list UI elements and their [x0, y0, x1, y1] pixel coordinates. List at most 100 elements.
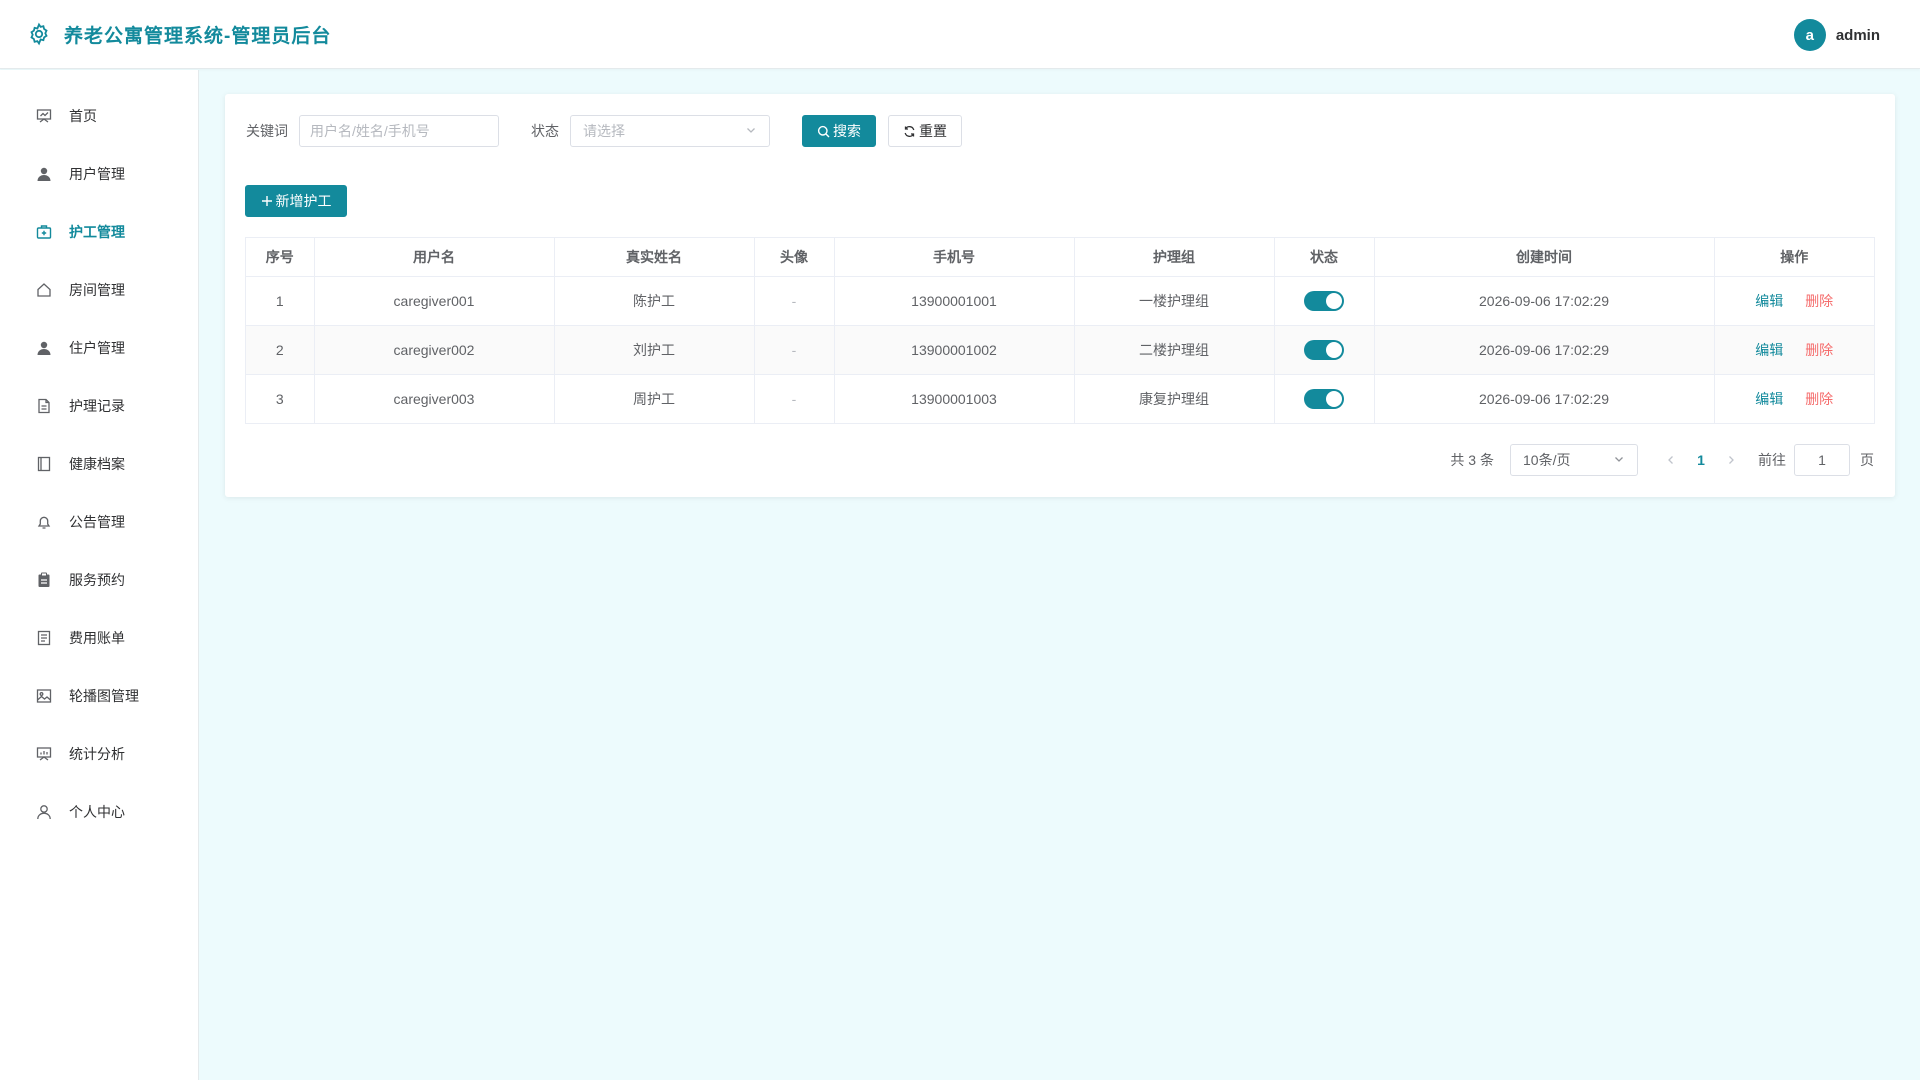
row-username: caregiver002: [314, 325, 555, 375]
row-index: 3: [246, 374, 315, 423]
sidebar-item-bills[interactable]: 费用账单: [0, 609, 198, 667]
search-button[interactable]: 搜索: [802, 115, 876, 147]
row-real-name: 刘护工: [554, 325, 755, 375]
keyword-label: 关键词: [246, 123, 288, 139]
row-index: 1: [246, 276, 315, 326]
row-phone: 13900001003: [834, 374, 1075, 423]
row-username: caregiver001: [314, 276, 555, 326]
dashboard-icon: [35, 107, 53, 125]
filter-bar: 关键词 状态 请选择 搜索 重置: [246, 115, 962, 147]
house-icon: [35, 281, 53, 299]
row-phone: 13900001001: [834, 276, 1075, 326]
status-toggle[interactable]: [1304, 339, 1344, 360]
row-group: 一楼护理组: [1074, 276, 1275, 326]
edit-link[interactable]: 编辑: [1755, 391, 1783, 407]
notebook-icon: [35, 455, 53, 473]
sidebar-item-caregivers[interactable]: 护工管理: [0, 203, 198, 261]
status-toggle[interactable]: [1304, 388, 1344, 409]
total-count: 共 3 条: [1450, 452, 1494, 468]
status-toggle[interactable]: [1304, 290, 1344, 311]
refresh-icon: [903, 125, 916, 138]
sidebar-item-users[interactable]: 用户管理: [0, 145, 198, 203]
sidebar-item-label: 轮播图管理: [69, 688, 139, 704]
sidebar-item-label: 健康档案: [69, 456, 125, 472]
sidebar-item-notices[interactable]: 公告管理: [0, 493, 198, 551]
page-number[interactable]: 1: [1686, 444, 1716, 476]
edit-link[interactable]: 编辑: [1755, 293, 1783, 309]
sidebar-item-label: 房间管理: [69, 282, 125, 298]
sidebar-item-label: 服务预约: [69, 572, 125, 588]
sidebar-item-appointments[interactable]: 服务预约: [0, 551, 198, 609]
status-label: 状态: [531, 123, 559, 139]
delete-link[interactable]: 删除: [1805, 391, 1833, 407]
page-size-value: 10条/页: [1523, 452, 1571, 468]
sidebar-item-label: 用户管理: [69, 166, 125, 182]
reset-button[interactable]: 重置: [888, 115, 962, 147]
column-header: 护理组: [1074, 238, 1275, 277]
keyword-input[interactable]: [299, 115, 499, 147]
row-created: 2026-09-06 17:02:29: [1374, 325, 1715, 375]
plus-icon: [261, 195, 273, 207]
app-title: 养老公寓管理系统-管理员后台: [64, 25, 332, 47]
row-created: 2026-09-06 17:02:29: [1374, 374, 1715, 423]
column-header: 用户名: [314, 238, 555, 277]
sidebar-item-carousel[interactable]: 轮播图管理: [0, 667, 198, 725]
row-username: caregiver003: [314, 374, 555, 423]
status-select-placeholder: 请选择: [583, 123, 625, 139]
column-header: 序号: [246, 238, 315, 277]
gear-icon: [26, 21, 52, 47]
delete-link[interactable]: 删除: [1805, 342, 1833, 358]
caregiver-table: 序号 用户名 真实姓名 头像 手机号 护理组 状态 创建时间 操作 1 care…: [245, 237, 1875, 424]
delete-link[interactable]: 删除: [1805, 293, 1833, 309]
goto-page-input[interactable]: [1794, 444, 1850, 476]
search-icon: [817, 125, 830, 138]
sidebar: 首页 用户管理 护工管理 房间管理 住户管理 护理记录 健康档案 公告管理 服务…: [0, 70, 199, 1080]
sidebar-item-label: 费用账单: [69, 630, 125, 646]
row-avatar: -: [754, 325, 835, 375]
page-suffix: 页: [1860, 452, 1874, 468]
top-header: 养老公寓管理系统-管理员后台 a admin: [0, 0, 1920, 69]
column-header: 真实姓名: [554, 238, 755, 277]
page-size-select[interactable]: 10条/页: [1510, 444, 1638, 476]
person-outline-icon: [35, 803, 53, 821]
sidebar-item-label: 统计分析: [69, 746, 125, 762]
document-icon: [35, 397, 53, 415]
first-aid-kit-icon: [35, 223, 53, 241]
username[interactable]: admin: [1836, 27, 1880, 44]
sidebar-item-statistics[interactable]: 统计分析: [0, 725, 198, 783]
prev-page-button[interactable]: [1656, 444, 1686, 476]
column-header: 状态: [1274, 238, 1375, 277]
bill-icon: [35, 629, 53, 647]
row-group: 康复护理组: [1074, 374, 1275, 423]
pagination: 共 3 条 10条/页 1 前往 页: [1450, 444, 1874, 476]
sidebar-item-profile[interactable]: 个人中心: [0, 783, 198, 841]
sidebar-item-home[interactable]: 首页: [0, 87, 198, 145]
sidebar-item-rooms[interactable]: 房间管理: [0, 261, 198, 319]
edit-link[interactable]: 编辑: [1755, 342, 1783, 358]
sidebar-item-label: 护理记录: [69, 398, 125, 414]
avatar[interactable]: a: [1793, 19, 1826, 51]
user-menu[interactable]: a admin: [1793, 19, 1880, 51]
column-header: 创建时间: [1374, 238, 1715, 277]
picture-icon: [35, 687, 53, 705]
table-row: 2 caregiver002 刘护工 - 13900001002 二楼护理组 2…: [246, 325, 1874, 375]
sidebar-item-residents[interactable]: 住户管理: [0, 319, 198, 377]
add-caregiver-button[interactable]: 新增护工: [245, 185, 347, 217]
chart-board-icon: [35, 745, 53, 763]
sidebar-item-label: 住户管理: [69, 340, 125, 356]
goto-label: 前往: [1758, 452, 1786, 468]
column-header: 头像: [754, 238, 835, 277]
sidebar-item-label: 首页: [69, 108, 97, 124]
sidebar-item-care-records[interactable]: 护理记录: [0, 377, 198, 435]
row-group: 二楼护理组: [1074, 325, 1275, 375]
add-caregiver-label: 新增护工: [275, 193, 332, 209]
status-select[interactable]: 请选择: [570, 115, 770, 147]
row-avatar: -: [754, 276, 835, 326]
sidebar-item-health-records[interactable]: 健康档案: [0, 435, 198, 493]
row-real-name: 陈护工: [554, 276, 755, 326]
next-page-button[interactable]: [1716, 444, 1746, 476]
resident-icon: [35, 339, 53, 357]
sidebar-item-label: 公告管理: [69, 514, 125, 530]
main-card: 关键词 状态 请选择 搜索 重置 新增护工: [225, 94, 1895, 497]
table-row: 1 caregiver001 陈护工 - 13900001001 一楼护理组 2…: [246, 276, 1874, 326]
